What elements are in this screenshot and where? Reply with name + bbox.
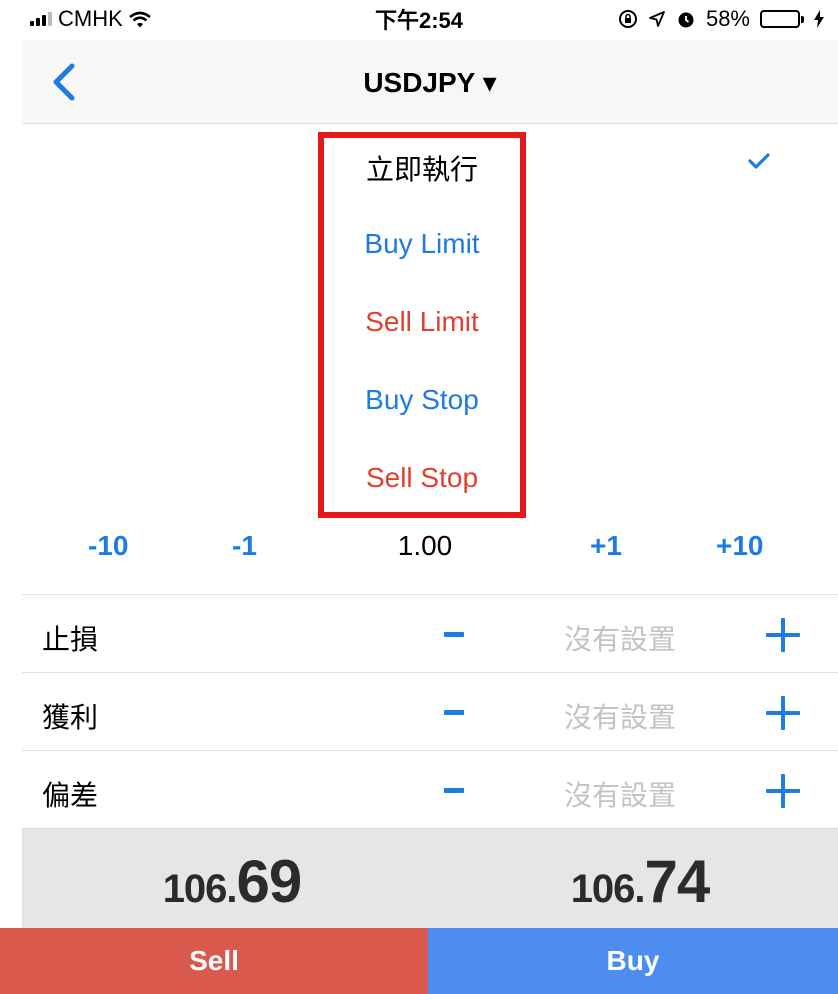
deviation-minus-button[interactable] bbox=[444, 788, 464, 793]
deviation-plus-button[interactable] bbox=[766, 774, 800, 808]
deviation-value[interactable]: 沒有設置 bbox=[540, 774, 700, 814]
status-left: CMHK bbox=[30, 6, 151, 32]
deviation-label: 偏差 bbox=[42, 780, 99, 811]
bid-price: 106.69 bbox=[82, 847, 382, 916]
price-panel: 106.69 106.74 bbox=[22, 828, 838, 928]
divider bbox=[22, 750, 838, 751]
take-profit-plus-button[interactable] bbox=[766, 696, 800, 730]
volume-value[interactable]: 1.00 bbox=[370, 530, 480, 562]
signal-icon bbox=[30, 12, 52, 26]
checkmark-icon bbox=[748, 153, 770, 169]
wifi-icon bbox=[128, 11, 151, 27]
volume-stepper: -10 -1 1.00 +1 +10 bbox=[0, 530, 838, 590]
stop-loss-label: 止損 bbox=[42, 624, 99, 655]
ask-price: 106.74 bbox=[490, 847, 790, 916]
stop-loss-plus-button[interactable] bbox=[766, 618, 800, 652]
take-profit-value[interactable]: 沒有設置 bbox=[540, 696, 700, 736]
charging-icon bbox=[814, 10, 824, 28]
symbol-selector[interactable]: USDJPY ▾ bbox=[22, 66, 838, 99]
take-profit-row: 獲利 沒有設置 bbox=[0, 674, 838, 750]
take-profit-label: 獲利 bbox=[42, 702, 99, 733]
status-bar: CMHK 下午2:54 58% bbox=[0, 0, 838, 38]
location-icon bbox=[649, 11, 665, 27]
battery-percent: 58% bbox=[705, 6, 750, 31]
volume-minus-1-button[interactable]: -1 bbox=[232, 530, 257, 562]
order-type-buy-limit[interactable]: Buy Limit bbox=[320, 228, 524, 260]
order-type-instant[interactable]: 立即執行 bbox=[320, 148, 524, 188]
divider bbox=[22, 672, 838, 673]
status-right: 58% bbox=[618, 6, 824, 32]
volume-plus-10-button[interactable]: +10 bbox=[716, 530, 764, 562]
stop-loss-minus-button[interactable] bbox=[444, 632, 464, 637]
deviation-row: 偏差 沒有設置 bbox=[0, 752, 838, 828]
volume-minus-10-button[interactable]: -10 bbox=[88, 530, 128, 562]
volume-plus-1-button[interactable]: +1 bbox=[590, 530, 622, 562]
battery-icon bbox=[760, 10, 804, 28]
stop-loss-row: 止損 沒有設置 bbox=[0, 596, 838, 672]
ask-price-pips: 74 bbox=[644, 848, 711, 915]
nav-bar: USDJPY ▾ bbox=[22, 40, 838, 124]
stop-loss-value[interactable]: 沒有設置 bbox=[540, 618, 700, 658]
order-type-buy-stop[interactable]: Buy Stop bbox=[320, 384, 524, 416]
bid-price-pips: 69 bbox=[236, 848, 303, 915]
carrier-label: CMHK bbox=[58, 6, 123, 31]
order-type-sell-stop[interactable]: Sell Stop bbox=[320, 462, 524, 494]
buy-button[interactable]: Buy bbox=[428, 928, 838, 994]
divider bbox=[22, 594, 838, 595]
order-type-sell-limit[interactable]: Sell Limit bbox=[320, 306, 524, 338]
bid-price-prefix: 106. bbox=[162, 867, 238, 911]
alarm-icon bbox=[678, 12, 694, 28]
orientation-lock-icon bbox=[618, 10, 637, 28]
take-profit-minus-button[interactable] bbox=[444, 710, 464, 715]
sell-button[interactable]: Sell bbox=[0, 928, 428, 994]
ask-price-prefix: 106. bbox=[570, 867, 646, 911]
